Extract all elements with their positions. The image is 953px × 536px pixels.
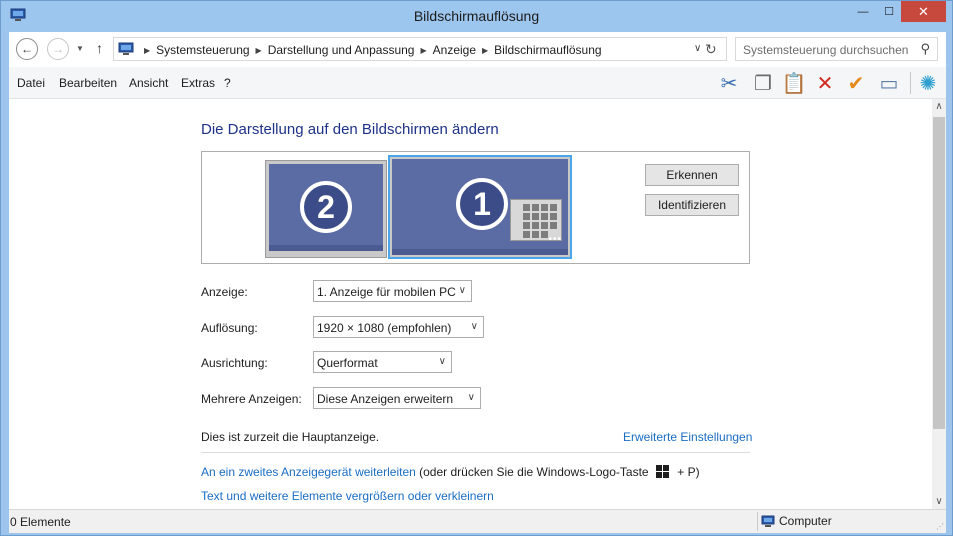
title-bar[interactable]: Bildschirmauflösung — ☐ ✕ bbox=[1, 1, 952, 31]
scrollbar-thumb[interactable] bbox=[933, 117, 945, 429]
monitor-1-screen: 1 ••• bbox=[392, 159, 568, 255]
toolbar-divider bbox=[910, 72, 911, 94]
copy-icon[interactable]: ❐ bbox=[751, 72, 775, 95]
paste-icon[interactable]: 📋 bbox=[782, 72, 807, 95]
up-button[interactable]: ↑ bbox=[96, 40, 103, 56]
window: Bildschirmauflösung — ☐ ✕ ← → ▼ ↑ ▶ Syste… bbox=[0, 0, 953, 536]
chevron-down-icon: ∨ bbox=[467, 392, 475, 403]
breadcrumb-item-systemsteuerung[interactable]: Systemsteuerung bbox=[156, 43, 249, 57]
close-button[interactable]: ✕ bbox=[901, 1, 946, 22]
monitor-2[interactable]: 2 bbox=[265, 160, 387, 258]
resize-grip-icon[interactable]: ⋰ bbox=[936, 522, 944, 531]
resolution-label: Auflösung: bbox=[201, 321, 258, 335]
shell-icon[interactable]: ✺ bbox=[916, 72, 940, 95]
minimize-button[interactable]: — bbox=[849, 1, 877, 22]
search-input[interactable]: Systemsteuerung durchsuchen bbox=[743, 43, 908, 57]
delete-icon[interactable]: ✕ bbox=[813, 72, 837, 95]
status-location-label: Computer bbox=[779, 514, 832, 528]
vertical-scrollbar[interactable]: ∧ ∨ bbox=[932, 99, 946, 509]
monitor-1-number: 1 bbox=[456, 178, 508, 230]
breadcrumb-separator-icon[interactable]: ▶ bbox=[144, 46, 150, 55]
advanced-settings-link[interactable]: Erweiterte Einstellungen bbox=[623, 430, 752, 444]
breadcrumb: ▶ Systemsteuerung ▶ Darstellung und Anpassu… bbox=[138, 43, 602, 57]
second-display-link[interactable]: An ein zweites Anzeigegerät weiterleiten bbox=[201, 465, 416, 479]
monitor-arrangement: 2 1 ••• Erkennen Identifizieren bbox=[201, 151, 750, 264]
chevron-down-icon: ∨ bbox=[470, 321, 478, 332]
search-icon[interactable]: ⚲ bbox=[920, 41, 930, 57]
identify-button[interactable]: Identifizieren bbox=[645, 194, 739, 216]
display-select[interactable]: 1. Anzeige für mobilen PC ∨ bbox=[313, 280, 472, 302]
monitor-1-dots: ••• bbox=[548, 234, 562, 245]
primary-display-hint: Dies ist zurzeit die Hauptanzeige. bbox=[201, 430, 380, 444]
chevron-down-icon: ∨ bbox=[438, 356, 446, 367]
menu-bar: Datei Bearbeiten Ansicht Extras ? ✂ ❐ 📋 … bbox=[9, 67, 946, 99]
cut-icon[interactable]: ✂ bbox=[717, 72, 741, 95]
windows-logo-icon bbox=[655, 465, 670, 478]
second-display-hint-a: (oder drücken Sie die Windows-Logo-Taste bbox=[415, 465, 652, 479]
check-icon[interactable]: ✔ bbox=[844, 72, 868, 95]
breadcrumb-item-darstellung[interactable]: Darstellung und Anpassung bbox=[268, 43, 415, 57]
scroll-up-icon[interactable]: ∧ bbox=[932, 101, 946, 112]
status-bar: 0 Elemente Computer ⋰ bbox=[9, 509, 946, 533]
orientation-label: Ausrichtung: bbox=[201, 356, 268, 370]
multiple-displays-label: Mehrere Anzeigen: bbox=[201, 392, 302, 406]
second-display-hint-b: + P) bbox=[673, 465, 700, 479]
status-location: Computer bbox=[761, 514, 832, 528]
computer-icon bbox=[761, 515, 775, 527]
window-title: Bildschirmauflösung bbox=[413, 8, 540, 24]
orientation-select-value: Querformat bbox=[317, 356, 378, 370]
maximize-button[interactable]: ☐ bbox=[875, 1, 903, 22]
properties-icon[interactable]: ▭ bbox=[877, 72, 901, 95]
menu-extras[interactable]: Extras bbox=[181, 76, 215, 90]
chevron-down-icon: ∨ bbox=[458, 285, 466, 296]
breadcrumb-item-bildschirmaufloesung[interactable]: Bildschirmauflösung bbox=[494, 43, 601, 57]
main-content: Die Darstellung auf den Bildschirmen änd… bbox=[9, 99, 932, 509]
menu-ansicht[interactable]: Ansicht bbox=[129, 76, 168, 90]
detect-button[interactable]: Erkennen bbox=[645, 164, 739, 186]
scroll-down-icon[interactable]: ∨ bbox=[932, 496, 946, 507]
recent-pages-dropdown-icon[interactable]: ▼ bbox=[76, 44, 84, 53]
resolution-select[interactable]: 1920 × 1080 (empfohlen) ∨ bbox=[313, 316, 484, 338]
orientation-select[interactable]: Querformat ∨ bbox=[313, 351, 452, 373]
menu-bearbeiten[interactable]: Bearbeiten bbox=[59, 76, 117, 90]
forward-button[interactable]: → bbox=[47, 38, 69, 60]
search-box[interactable]: Systemsteuerung durchsuchen ⚲ bbox=[735, 37, 938, 61]
refresh-icon[interactable]: ↻ bbox=[705, 41, 717, 58]
display-select-value: 1. Anzeige für mobilen PC bbox=[317, 285, 456, 299]
breadcrumb-separator-icon[interactable]: ▶ bbox=[256, 46, 262, 55]
monitor-2-number: 2 bbox=[300, 181, 352, 233]
menu-help[interactable]: ? bbox=[224, 76, 231, 90]
page-title: Die Darstellung auf den Bildschirmen änd… bbox=[201, 121, 499, 138]
monitor-2-screen: 2 bbox=[269, 164, 383, 251]
text-size-link[interactable]: Text und weitere Elemente vergrößern ode… bbox=[201, 489, 494, 503]
navigation-bar: ← → ▼ ↑ ▶ Systemsteuerung ▶ Darstellung und… bbox=[9, 32, 946, 67]
multiple-displays-select[interactable]: Diese Anzeigen erweitern ∨ bbox=[313, 387, 481, 409]
control-panel-icon bbox=[118, 42, 134, 55]
resolution-select-value: 1920 × 1080 (empfohlen) bbox=[317, 321, 452, 335]
multiple-displays-select-value: Diese Anzeigen erweitern bbox=[317, 392, 454, 406]
menu-datei[interactable]: Datei bbox=[17, 76, 45, 90]
back-button[interactable]: ← bbox=[16, 38, 38, 60]
breadcrumb-separator-icon[interactable]: ▶ bbox=[482, 46, 488, 55]
address-bar[interactable]: ▶ Systemsteuerung ▶ Darstellung und Anpassu… bbox=[113, 37, 727, 61]
monitor-2-taskbar bbox=[269, 245, 383, 251]
divider bbox=[201, 452, 750, 453]
monitor-1[interactable]: 1 ••• bbox=[388, 155, 572, 259]
second-display-line: An ein zweites Anzeigegerät weiterleiten… bbox=[201, 463, 700, 479]
breadcrumb-item-anzeige[interactable]: Anzeige bbox=[433, 43, 476, 57]
item-count: 0 Elemente bbox=[10, 515, 71, 529]
monitor-1-taskbar bbox=[392, 249, 568, 255]
address-dropdown-icon[interactable]: ∨ bbox=[694, 43, 701, 54]
status-divider bbox=[757, 512, 758, 531]
display-label: Anzeige: bbox=[201, 285, 248, 299]
breadcrumb-separator-icon[interactable]: ▶ bbox=[420, 46, 426, 55]
